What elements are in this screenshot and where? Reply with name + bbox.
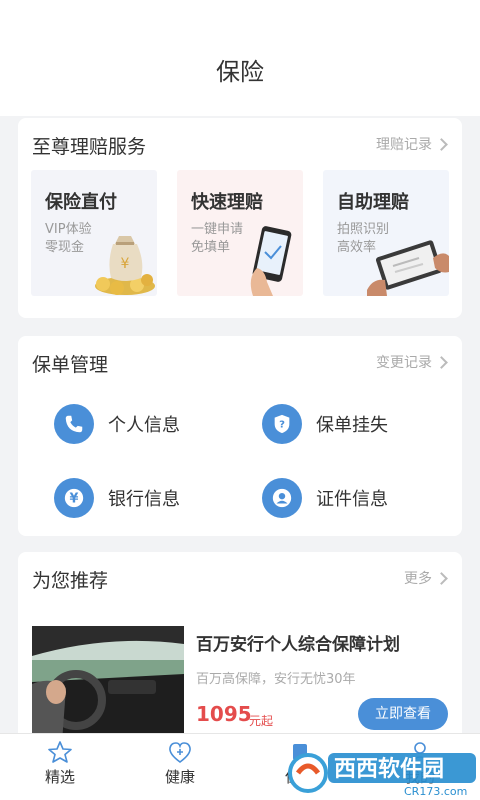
policy-item-bank-info[interactable]: ¥ 银行信息 — [54, 478, 180, 518]
claims-record-label: 理赔记录 — [376, 137, 432, 153]
policy-title: 保单管理 — [32, 354, 109, 376]
claim-self-service[interactable]: 自助理赔 拍照识别 高效率 — [323, 170, 449, 296]
watermark-text-en: CR173.com — [404, 785, 467, 798]
svg-text:¥: ¥ — [121, 256, 130, 272]
product-price: 1095 — [196, 702, 252, 726]
heart-plus-icon — [169, 742, 191, 763]
phone-in-hand-icon — [250, 226, 292, 296]
chevron-right-icon — [435, 571, 448, 585]
header: 保险 — [0, 0, 480, 116]
policy-item-id-info[interactable]: 证件信息 — [262, 478, 388, 518]
claims-record-link[interactable]: 理赔记录 — [376, 134, 448, 154]
recommend-card: 为您推荐 更多 百万安行个人综合保障计划 百万高保障，安行无忧30年 1095 … — [18, 552, 462, 742]
shield-question-icon: ? — [262, 404, 302, 444]
policy-item-label: 个人信息 — [108, 415, 180, 436]
tab-label: 健康 — [164, 768, 195, 786]
policy-change-record-label: 变更记录 — [376, 355, 432, 371]
page-title: 保险 — [216, 58, 264, 86]
claim-fast-line1: 一键申请 — [191, 222, 244, 237]
policy-item-label: 保单挂失 — [316, 415, 388, 436]
recommend-more-label: 更多 — [404, 571, 432, 587]
policy-item-personal-info[interactable]: 个人信息 — [54, 404, 180, 444]
tab-label: 精选 — [44, 768, 75, 786]
star-icon — [48, 741, 72, 763]
claim-direct-pay-title: 保险直付 — [45, 192, 117, 213]
claim-fast-line2: 免填单 — [191, 240, 231, 255]
claim-self-service-title: 自助理赔 — [337, 192, 409, 213]
phone-icon — [54, 404, 94, 444]
claim-fast-title: 快速理赔 — [191, 192, 263, 213]
claim-fast[interactable]: 快速理赔 一键申请 免填单 — [177, 170, 303, 296]
product-image[interactable] — [32, 626, 184, 742]
chevron-right-icon — [435, 137, 448, 151]
product-title[interactable]: 百万安行个人综合保障计划 — [196, 630, 400, 655]
recommend-title: 为您推荐 — [32, 570, 109, 592]
watermark-logo: 西西软件园 CR173.com — [286, 745, 480, 800]
policy-change-record-link[interactable]: 变更记录 — [376, 352, 448, 372]
yen-icon: ¥ — [54, 478, 94, 518]
watermark-text-cn: 西西软件园 — [334, 756, 444, 782]
tab-health[interactable]: 健康 — [120, 740, 240, 787]
policy-item-label: 银行信息 — [108, 489, 180, 510]
chevron-right-icon — [435, 355, 448, 369]
claims-card: 至尊理赔服务 理赔记录 保险直付 VIP体验 零现金 ¥ 快速理赔 一键申请 免… — [18, 118, 462, 318]
policy-item-report-loss[interactable]: ? 保单挂失 — [262, 404, 388, 444]
policy-item-label: 证件信息 — [316, 489, 388, 510]
id-person-icon — [262, 478, 302, 518]
view-now-button[interactable]: 立即查看 — [358, 698, 448, 730]
claim-direct-pay-line1: VIP体验 — [45, 222, 92, 237]
svg-text:¥: ¥ — [70, 492, 79, 507]
product-description: 百万高保障，安行无忧30年 — [196, 672, 356, 687]
claims-title: 至尊理赔服务 — [32, 136, 147, 158]
recommend-more-link[interactable]: 更多 — [404, 568, 448, 588]
policy-card: 保单管理 变更记录 个人信息 ? 保单挂失 ¥ 银行信息 证件信息 — [18, 336, 462, 536]
photo-document-icon — [367, 240, 449, 296]
claim-direct-pay-line2: 零现金 — [45, 240, 85, 255]
money-bag-icon: ¥ — [95, 236, 155, 295]
claim-direct-pay[interactable]: 保险直付 VIP体验 零现金 ¥ — [31, 170, 157, 296]
product-price-unit: 元起 — [249, 714, 274, 728]
tab-featured[interactable]: 精选 — [0, 740, 120, 787]
svg-text:?: ? — [279, 420, 285, 431]
